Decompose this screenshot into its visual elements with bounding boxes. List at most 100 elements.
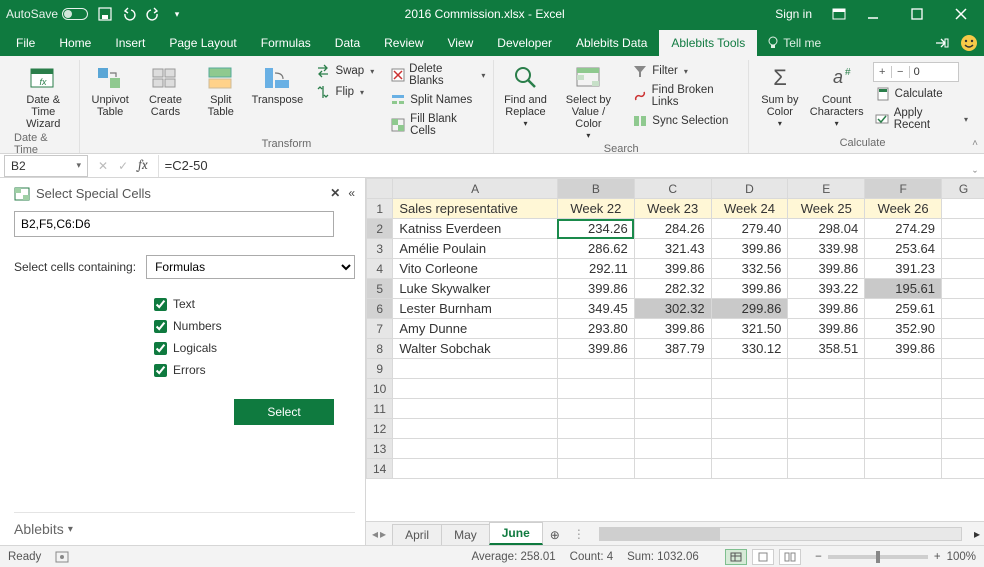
split-names-button[interactable]: Split Names <box>388 91 487 109</box>
tab-home[interactable]: Home <box>47 30 103 56</box>
cell[interactable]: Amy Dunne <box>393 319 558 339</box>
tab-file[interactable]: File <box>4 30 47 56</box>
split-table-button[interactable]: Split Table <box>196 62 245 120</box>
cell[interactable] <box>942 379 984 399</box>
cell[interactable]: 399.86 <box>788 319 865 339</box>
ribbon-display-icon[interactable] <box>832 8 846 20</box>
collapse-ribbon-icon[interactable]: ˄ <box>972 138 978 149</box>
tab-data[interactable]: Data <box>323 30 372 56</box>
cell[interactable] <box>865 439 942 459</box>
row-header[interactable]: 14 <box>367 459 393 479</box>
sign-in-link[interactable]: Sign in <box>775 7 812 21</box>
cell[interactable] <box>634 459 711 479</box>
cell[interactable]: 279.40 <box>711 219 788 239</box>
row-header[interactable]: 9 <box>367 359 393 379</box>
cell[interactable]: 399.86 <box>788 299 865 319</box>
sum-by-color-button[interactable]: Σ Sum by Color▾ <box>755 62 805 131</box>
cell[interactable] <box>788 459 865 479</box>
save-icon[interactable] <box>96 5 114 23</box>
chk-text[interactable]: Text <box>154 297 355 311</box>
cell[interactable] <box>788 399 865 419</box>
cancel-icon[interactable]: ✕ <box>98 159 108 173</box>
flip-button[interactable]: Flip <box>313 83 376 101</box>
autosave-toggle[interactable]: AutoSave <box>6 7 88 21</box>
apply-recent-button[interactable]: Apply Recent <box>873 106 970 132</box>
cell[interactable] <box>634 439 711 459</box>
enter-icon[interactable]: ✓ <box>118 159 128 173</box>
cell[interactable]: Vito Corleone <box>393 259 558 279</box>
swap-button[interactable]: Swap <box>313 62 376 80</box>
cell[interactable]: 330.12 <box>711 339 788 359</box>
tab-page-layout[interactable]: Page Layout <box>157 30 248 56</box>
header-cell[interactable]: Sales representative <box>393 199 558 219</box>
row-header[interactable]: 10 <box>367 379 393 399</box>
cell[interactable]: 321.50 <box>711 319 788 339</box>
cell[interactable]: 393.22 <box>788 279 865 299</box>
filter-button[interactable]: Filter <box>630 62 742 80</box>
zoom-in-icon[interactable]: + <box>934 551 941 563</box>
zoom-slider[interactable] <box>828 555 928 559</box>
collapse-pane-icon[interactable]: « <box>348 186 355 200</box>
redo-icon[interactable] <box>144 5 162 23</box>
cell[interactable]: Walter Sobchak <box>393 339 558 359</box>
cell[interactable] <box>557 359 634 379</box>
cell[interactable] <box>865 359 942 379</box>
cell[interactable] <box>393 439 558 459</box>
cell[interactable] <box>557 439 634 459</box>
cell[interactable] <box>788 419 865 439</box>
cell[interactable] <box>393 419 558 439</box>
sheet-tab-april[interactable]: April <box>392 524 442 545</box>
row-header[interactable]: 7 <box>367 319 393 339</box>
close-pane-icon[interactable]: ✕ <box>330 186 340 200</box>
row-header[interactable]: 4 <box>367 259 393 279</box>
cell[interactable]: 284.26 <box>634 219 711 239</box>
containing-select[interactable]: Formulas <box>146 255 355 279</box>
cell[interactable]: 292.11 <box>557 259 634 279</box>
row-header[interactable]: 8 <box>367 339 393 359</box>
chevron-down-icon[interactable]: ▾ <box>76 160 81 171</box>
cell[interactable] <box>711 359 788 379</box>
pane-footer[interactable]: Ablebits▾ <box>14 512 355 541</box>
cell[interactable] <box>557 459 634 479</box>
tab-insert[interactable]: Insert <box>103 30 157 56</box>
cell[interactable] <box>788 359 865 379</box>
header-cell[interactable]: Week 25 <box>788 199 865 219</box>
cell[interactable]: 332.56 <box>711 259 788 279</box>
toggle-off-icon[interactable] <box>62 8 88 20</box>
sync-selection-button[interactable]: Sync Selection <box>630 112 742 130</box>
cell[interactable]: Amélie Poulain <box>393 239 558 259</box>
sheet-nav-next-icon[interactable]: ▸ <box>380 527 386 541</box>
close-button[interactable] <box>944 4 978 24</box>
find-replace-button[interactable]: Find and Replace▾ <box>500 62 550 131</box>
cell[interactable]: Katniss Everdeen <box>393 219 558 239</box>
horizontal-scrollbar[interactable] <box>599 527 962 541</box>
cell[interactable] <box>942 359 984 379</box>
cell[interactable]: 399.86 <box>634 259 711 279</box>
cell[interactable]: 259.61 <box>865 299 942 319</box>
cell[interactable] <box>865 459 942 479</box>
cell[interactable]: 299.86 <box>711 299 788 319</box>
cell[interactable]: 349.45 <box>557 299 634 319</box>
tell-me[interactable]: Tell me <box>757 30 831 56</box>
col-header[interactable]: F <box>865 179 942 199</box>
cell[interactable] <box>711 399 788 419</box>
cell[interactable]: 399.86 <box>557 279 634 299</box>
col-header[interactable]: B <box>557 179 634 199</box>
cell[interactable]: 282.32 <box>634 279 711 299</box>
count-characters-button[interactable]: a# Count Characters▾ <box>811 62 863 131</box>
maximize-button[interactable] <box>900 4 934 24</box>
zoom-control[interactable]: − + 100% <box>815 551 976 563</box>
delete-blanks-button[interactable]: Delete Blanks <box>388 62 487 88</box>
header-cell[interactable]: Week 26 <box>865 199 942 219</box>
transpose-button[interactable]: Transpose <box>251 62 303 108</box>
macro-record-icon[interactable] <box>55 551 69 563</box>
new-sheet-button[interactable]: ⊕ <box>542 525 568 545</box>
cell[interactable]: 399.86 <box>711 239 788 259</box>
cell[interactable]: 352.90 <box>865 319 942 339</box>
header-cell[interactable]: Week 24 <box>711 199 788 219</box>
cell[interactable] <box>865 399 942 419</box>
date-time-wizard-button[interactable]: fx Date & Time Wizard <box>17 62 69 132</box>
cell[interactable]: 253.64 <box>865 239 942 259</box>
cell[interactable] <box>393 379 558 399</box>
tab-ablebits-tools[interactable]: Ablebits Tools <box>659 30 757 56</box>
